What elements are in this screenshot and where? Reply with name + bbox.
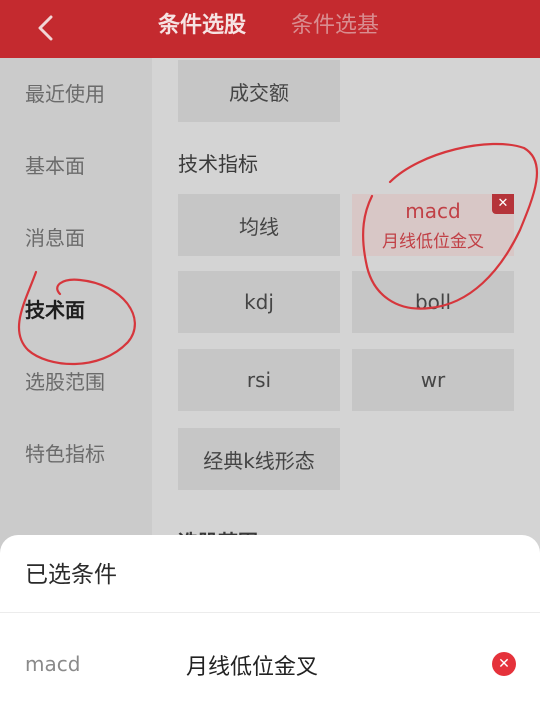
- chip-label: 均线: [239, 214, 279, 239]
- sidebar-item-featured[interactable]: 特色指标: [25, 434, 145, 474]
- chip-label: rsi: [246, 368, 272, 392]
- chip-kdj[interactable]: kdj: [178, 271, 340, 333]
- top-bar: 条件选股 条件选基: [0, 0, 540, 58]
- sidebar-item-news[interactable]: 消息面: [25, 218, 145, 258]
- chip-classic-candlestick[interactable]: 经典k线形态: [178, 428, 340, 490]
- chip-sub-label: 月线低位金叉: [382, 231, 484, 252]
- sidebar-item-scope[interactable]: 选股范围: [25, 362, 145, 402]
- chip-label: 成交额: [229, 80, 289, 105]
- section-title-technical: 技术指标: [178, 152, 258, 176]
- selected-conditions-sheet: 已选条件 macd 月线低位金叉 ✕: [0, 535, 540, 721]
- chip-rsi[interactable]: rsi: [178, 349, 340, 411]
- divider: [0, 612, 540, 613]
- remove-circle-icon[interactable]: ✕: [492, 652, 516, 676]
- chip-ma[interactable]: 均线: [178, 194, 340, 256]
- chip-macd[interactable]: macd 月线低位金叉 ✕: [352, 194, 514, 256]
- back-button[interactable]: [26, 8, 66, 48]
- close-icon[interactable]: ✕: [492, 194, 514, 214]
- sidebar-item-technical[interactable]: 技术面: [25, 290, 145, 330]
- chip-label: 经典k线形态: [203, 448, 315, 473]
- sidebar-item-fundamentals[interactable]: 基本面: [25, 146, 145, 186]
- selected-condition-key: macd: [25, 652, 81, 676]
- tab-stock-screener[interactable]: 条件选股: [158, 10, 246, 42]
- sidebar-item-recent[interactable]: 最近使用: [25, 74, 145, 114]
- chip-label: wr: [420, 368, 446, 392]
- chip-turnover[interactable]: 成交额: [178, 60, 340, 122]
- sheet-title: 已选条件: [25, 562, 117, 588]
- tab-fund-screener[interactable]: 条件选基: [291, 10, 379, 42]
- chip-label: boll: [414, 290, 452, 314]
- selected-condition-value: 月线低位金叉: [186, 655, 319, 680]
- chip-boll[interactable]: boll: [352, 271, 514, 333]
- chip-label: kdj: [244, 290, 274, 314]
- chip-wr[interactable]: wr: [352, 349, 514, 411]
- chevron-left-icon: [38, 15, 53, 41]
- chip-label: macd: [405, 198, 461, 223]
